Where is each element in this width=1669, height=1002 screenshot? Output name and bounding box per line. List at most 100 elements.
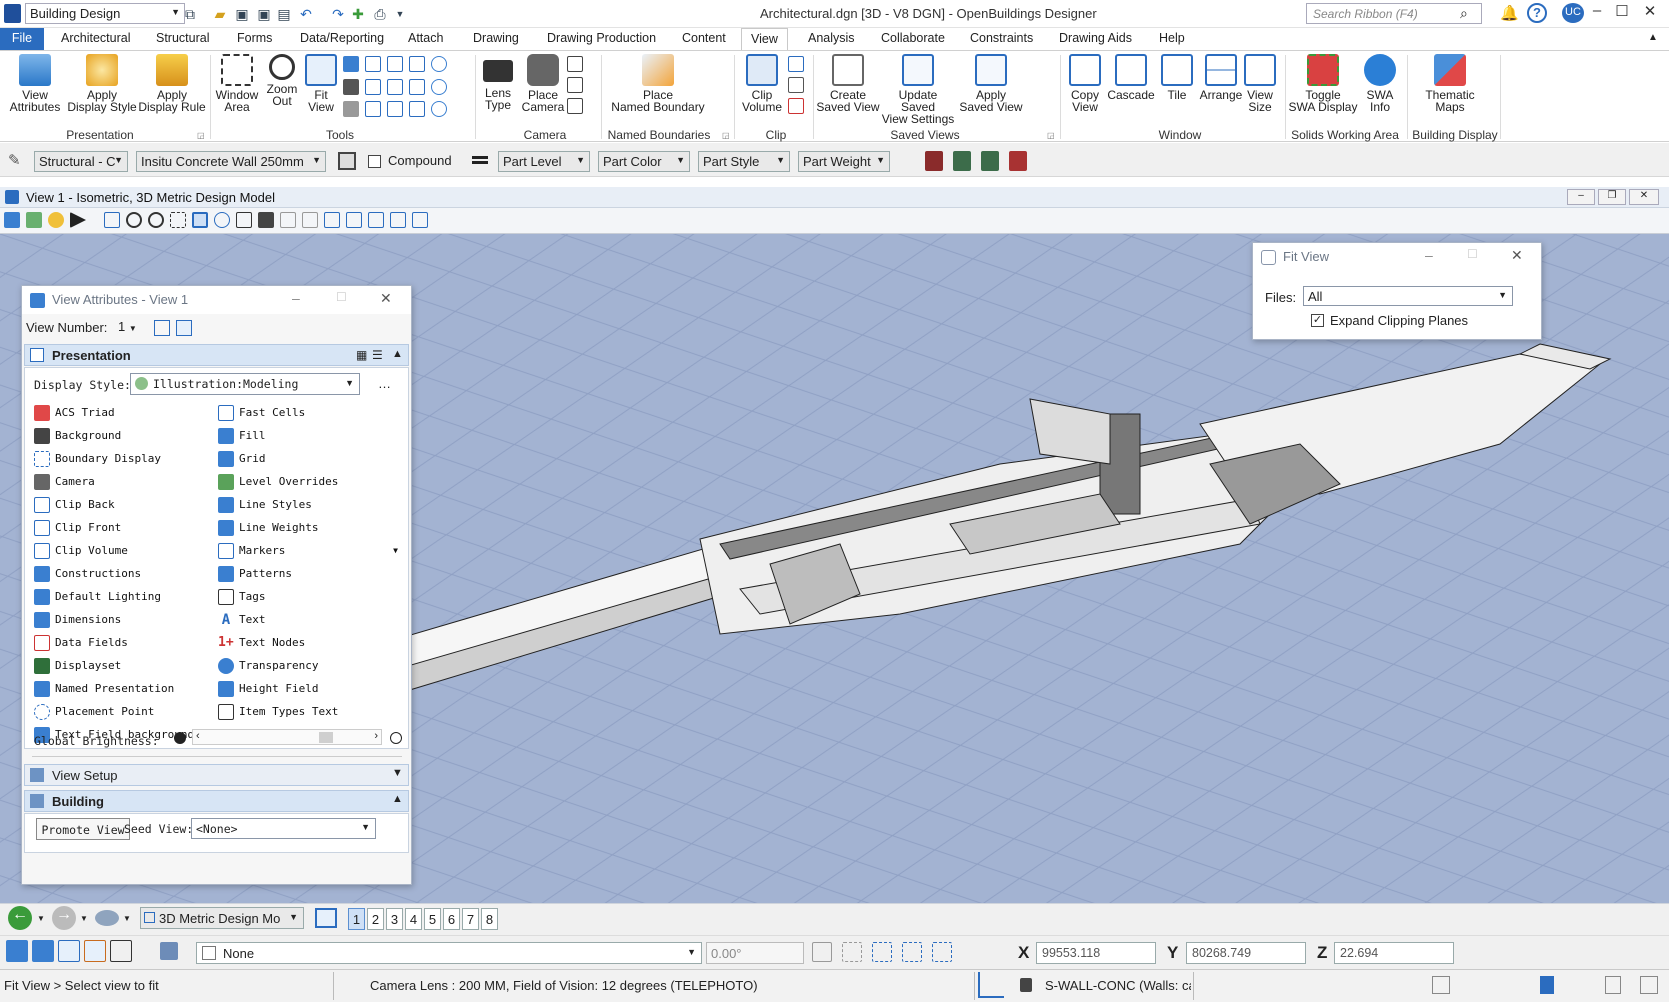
cube-icon[interactable] xyxy=(387,78,403,95)
tool-icon[interactable] xyxy=(932,942,952,962)
rotate-icon[interactable] xyxy=(431,101,447,118)
part-style-combo[interactable]: Part Style ▼ xyxy=(698,151,790,172)
display-style-icon[interactable] xyxy=(26,212,42,228)
view-number-button-5[interactable]: 5 xyxy=(424,908,441,930)
slider-left-arrow[interactable]: ‹ xyxy=(196,730,200,742)
pin-icon[interactable]: ✚ xyxy=(348,4,368,24)
part-combo[interactable]: Insitu Concrete Wall 250mm ▼ xyxy=(136,151,326,172)
collapse-icon[interactable]: ▲ xyxy=(392,793,403,805)
forward-icon[interactable]: → xyxy=(52,906,76,930)
clip-volume-button[interactable]: Clip Volume xyxy=(740,52,784,113)
compress-icon[interactable]: ▤ xyxy=(274,4,294,24)
redo-icon[interactable]: ↷ xyxy=(328,4,348,24)
building-section-header[interactable]: Building xyxy=(24,790,409,812)
chevron-down-icon[interactable]: ▼ xyxy=(123,914,131,923)
element-info-icon[interactable] xyxy=(1640,976,1658,994)
list-item-patterns[interactable]: Patterns xyxy=(218,562,398,585)
list-view-icon[interactable]: ☰ xyxy=(372,348,383,362)
play-icon[interactable] xyxy=(70,212,86,228)
view-setup-section-header[interactable]: View Setup xyxy=(24,764,409,786)
level-combo[interactable]: None ▼ xyxy=(196,942,702,964)
zoom-in-icon[interactable] xyxy=(126,212,142,228)
display-style-combo[interactable]: Illustration:Modeling ▼ xyxy=(130,373,360,395)
model-icon[interactable] xyxy=(95,910,119,926)
pan-view-icon[interactable] xyxy=(236,212,252,228)
tab-forms[interactable]: Forms xyxy=(228,28,281,50)
part-level-combo[interactable]: Part Level ▼ xyxy=(498,151,590,172)
cube-icon[interactable] xyxy=(409,78,425,95)
cascade-button[interactable]: Cascade xyxy=(1106,52,1156,101)
list-item-item-types-text[interactable]: Item Types Text xyxy=(218,700,398,723)
clip-mask-icon[interactable] xyxy=(412,212,428,228)
list-item-background[interactable]: Background xyxy=(34,424,204,447)
tab-file[interactable]: File xyxy=(0,28,44,50)
cube-icon[interactable] xyxy=(409,56,425,72)
tab-drawing-aids[interactable]: Drawing Aids xyxy=(1050,28,1141,50)
dialog-maximize-button[interactable]: ☐ xyxy=(1467,247,1478,261)
family-combo[interactable]: Structural - C ▼ xyxy=(34,151,128,172)
settings-icon[interactable] xyxy=(567,77,583,93)
list-item-markers[interactable]: Markers ▼ xyxy=(218,539,398,562)
list-item-acs-triad[interactable]: ACS Triad xyxy=(34,401,204,424)
rotate-icon[interactable] xyxy=(431,78,447,95)
snap-icon[interactable] xyxy=(32,940,54,962)
part-tool-icon[interactable] xyxy=(981,151,999,171)
tab-data-reporting[interactable]: Data/Reporting xyxy=(291,28,393,50)
cube-icon[interactable] xyxy=(409,101,425,118)
walk-icon[interactable] xyxy=(258,212,274,228)
part-tool-icon[interactable] xyxy=(953,151,971,171)
cube-icon[interactable] xyxy=(365,56,381,72)
help-icon[interactable]: ? xyxy=(1527,3,1547,23)
close-button[interactable]: ✕ xyxy=(1638,2,1662,24)
swa-info-button[interactable]: SWA Info xyxy=(1358,52,1402,113)
copy-view-button[interactable]: Copy View xyxy=(1064,52,1106,113)
group-launcher-icon[interactable]: ◲ xyxy=(722,131,730,140)
tile-button[interactable]: Tile xyxy=(1158,52,1196,101)
list-item-constructions[interactable]: Constructions xyxy=(34,562,204,585)
view-minimize-button[interactable]: – xyxy=(1567,189,1595,205)
tool-icon[interactable] xyxy=(812,942,832,962)
cube-icon[interactable] xyxy=(387,56,403,72)
slider-right-arrow[interactable]: › xyxy=(374,730,378,742)
copy-view-icon[interactable] xyxy=(368,212,384,228)
cube-icon[interactable] xyxy=(365,101,381,118)
slider-thumb[interactable] xyxy=(319,732,333,743)
y-coordinate-input[interactable]: 80268.749 xyxy=(1186,942,1306,964)
toggle-swa-display-button[interactable]: Toggle SWA Display xyxy=(1288,52,1358,113)
list-item-placement-point[interactable]: Placement Point xyxy=(34,700,204,723)
part-tool-icon[interactable] xyxy=(925,151,943,171)
window-area-icon[interactable] xyxy=(170,212,186,228)
z-coordinate-input[interactable]: 22.694 xyxy=(1334,942,1454,964)
search-ribbon-input[interactable]: Search Ribbon (F4) xyxy=(1306,3,1482,24)
clip-mask-icon[interactable] xyxy=(788,56,804,72)
chevron-down-icon[interactable]: ▼ xyxy=(80,914,88,923)
zoom-out-button[interactable]: Zoom Out xyxy=(262,52,302,107)
apply-display-rule-button[interactable]: Apply Display Rule xyxy=(138,52,206,113)
thematic-maps-button[interactable]: Thematic Maps xyxy=(1420,52,1480,113)
tab-constraints[interactable]: Constraints xyxy=(961,28,1042,50)
view-size-button[interactable]: View Size xyxy=(1240,52,1280,113)
pick-view-icon[interactable] xyxy=(176,320,192,336)
place-camera-button[interactable]: Place Camera xyxy=(520,52,566,113)
fit-view-button[interactable]: Fit View xyxy=(303,52,339,113)
dialog-minimize-button[interactable]: – xyxy=(1425,247,1433,263)
minimize-button[interactable]: – xyxy=(1585,2,1609,24)
view-number-button-7[interactable]: 7 xyxy=(462,908,479,930)
previous-view-icon[interactable] xyxy=(280,212,296,228)
tool-icon[interactable] xyxy=(842,942,862,962)
copy-attributes-icon[interactable] xyxy=(154,320,170,336)
list-item-text-nodes[interactable]: 1+ Text Nodes xyxy=(218,631,398,654)
view-number-button-3[interactable]: 3 xyxy=(386,908,403,930)
tab-content[interactable]: Content xyxy=(673,28,735,50)
model-combo[interactable]: 3D Metric Design Mo ▼ xyxy=(140,907,304,929)
open-icon[interactable]: ▰ xyxy=(210,4,230,24)
brightness-slider[interactable]: ‹ › xyxy=(192,729,382,745)
chevron-down-icon[interactable]: ▼ xyxy=(37,914,45,923)
view-restore-button[interactable]: ❐ xyxy=(1598,189,1626,205)
collapse-ribbon-icon[interactable]: ▲ xyxy=(1648,32,1658,43)
lock-icon[interactable] xyxy=(1020,978,1032,992)
part-color-combo[interactable]: Part Color ▼ xyxy=(598,151,690,172)
tab-architectural[interactable]: Architectural xyxy=(52,28,139,50)
funnel-icon[interactable] xyxy=(567,56,583,72)
dialog-close-button[interactable]: ✕ xyxy=(380,290,392,307)
